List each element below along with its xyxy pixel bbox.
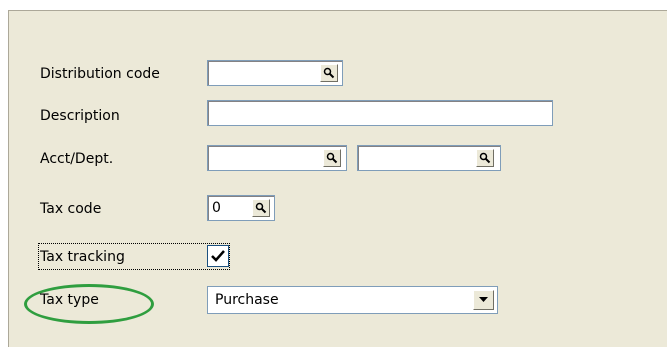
dept-lookup-button[interactable] [476, 149, 494, 167]
description-field[interactable] [207, 100, 553, 126]
distribution-code-field[interactable] [207, 60, 343, 86]
search-icon [326, 152, 338, 164]
acct-field[interactable] [207, 145, 347, 171]
acct-dept-label: Acct/Dept. [40, 151, 114, 167]
search-icon [479, 152, 491, 164]
tax-tracking-checkbox[interactable] [207, 245, 229, 267]
distribution-code-label: Distribution code [40, 66, 160, 82]
tax-type-select[interactable]: Purchase [207, 286, 498, 314]
description-label: Description [40, 108, 120, 124]
tax-type-dropdown-button[interactable] [473, 290, 494, 310]
acct-lookup-button[interactable] [323, 149, 341, 167]
tax-code-label: Tax code [40, 201, 102, 217]
tax-code-value: 0 [212, 200, 221, 216]
tax-code-lookup-button[interactable] [252, 199, 270, 217]
distribution-code-lookup-button[interactable] [320, 64, 338, 82]
checkmark-icon [211, 250, 225, 262]
tax-type-highlight-ellipse [24, 284, 154, 324]
search-icon [255, 202, 267, 214]
tax-code-field[interactable]: 0 [207, 195, 275, 221]
tax-tracking-label: Tax tracking [40, 249, 125, 265]
tax-type-selected-value: Purchase [215, 292, 279, 308]
search-icon [323, 67, 335, 79]
chevron-down-icon [479, 297, 488, 302]
dept-field[interactable] [357, 145, 501, 171]
